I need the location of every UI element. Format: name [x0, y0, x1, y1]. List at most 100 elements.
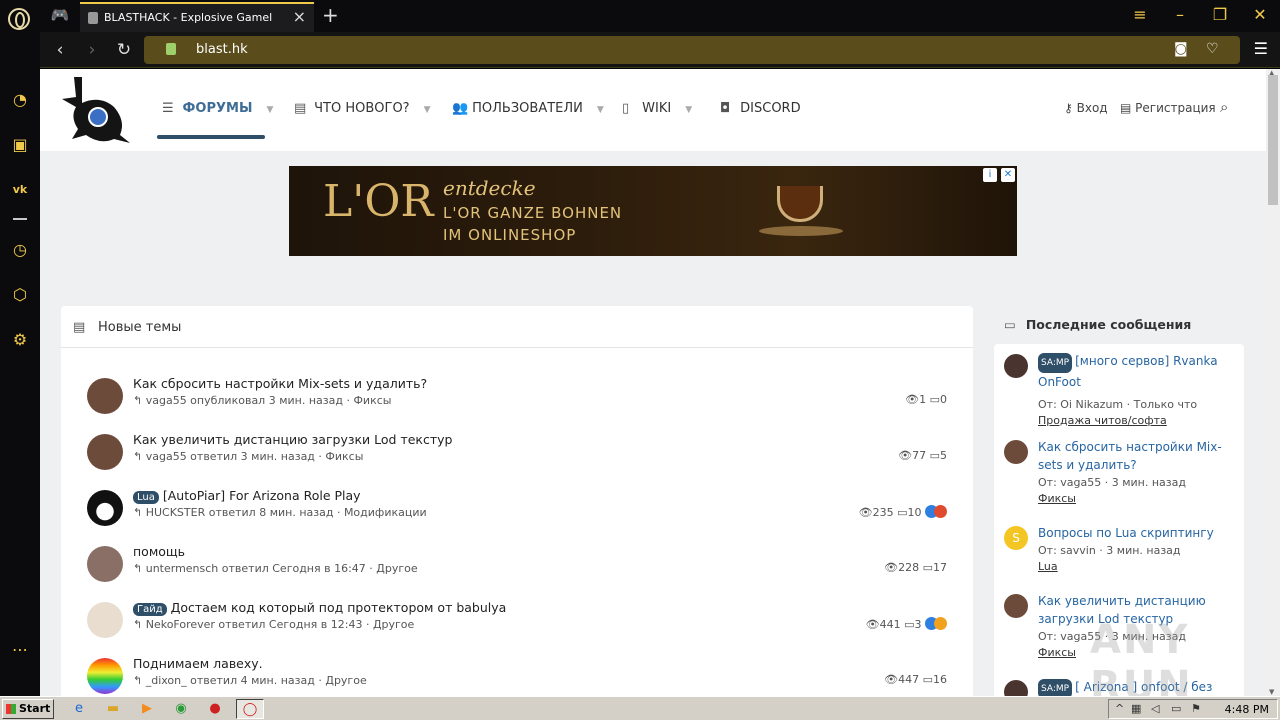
ad-banner[interactable]: L'OR entdecke L'OR GANZE BOHNEN IM ONLIN…: [289, 166, 1017, 256]
register-link[interactable]: ▤ Регистрация: [1120, 101, 1216, 115]
start-button[interactable]: Start: [2, 699, 54, 719]
easy-setup-icon[interactable]: ☰: [1254, 39, 1268, 58]
avatar[interactable]: S: [1004, 526, 1028, 550]
opera-sidebar: ◔ ▣ vk ◷ ⬡ ⚙ ⋯: [0, 0, 40, 696]
tab-menu-icon[interactable]: ≡: [1128, 5, 1152, 24]
chevron-down-icon[interactable]: ▼: [424, 105, 431, 115]
avatar[interactable]: [1004, 354, 1028, 378]
extensions-icon[interactable]: ⬡: [10, 285, 30, 305]
new-tab-plus-icon[interactable]: +: [322, 3, 339, 27]
close-window-icon[interactable]: ✕: [1248, 5, 1272, 24]
watermark: ANY RUN: [1090, 617, 1193, 696]
thread-title[interactable]: Поднимаем лавеху.: [133, 656, 263, 671]
prefix-badge[interactable]: Lua: [133, 491, 159, 504]
avatar[interactable]: [87, 490, 123, 526]
scroll-thumb[interactable]: [1268, 75, 1278, 205]
ad-line-3: IM ONLINESHOP: [443, 226, 577, 244]
post-title[interactable]: Как сбросить настройки Mix-sets и удалит…: [1038, 438, 1228, 474]
post-author: От: vaga55 · 3 мин. назад: [1038, 476, 1186, 489]
nav-discord[interactable]: ◘ DISCORD: [720, 101, 801, 116]
avatar[interactable]: [1004, 440, 1028, 464]
speed-dial-icon[interactable]: ◔: [10, 90, 30, 110]
thread-row[interactable]: помощь ↰ untermensch ответил Сегодня в 1…: [61, 544, 973, 600]
thread-row[interactable]: Как увеличить дистанцию загрузки Lod тек…: [61, 432, 973, 488]
thread-row[interactable]: Lua [AutoPiar] For Arizona Role Play ↰ HU…: [61, 488, 973, 544]
avatar[interactable]: [87, 658, 123, 694]
thread-title[interactable]: помощь: [133, 544, 185, 559]
chevron-down-icon[interactable]: ▼: [685, 105, 692, 115]
opera-icon[interactable]: ●: [204, 699, 226, 719]
folder-icon[interactable]: ▬: [102, 699, 124, 719]
prefix-badge[interactable]: SA:MP: [1038, 353, 1073, 373]
browser-tab[interactable]: BLASTHACK - Explosive Gamel ×: [80, 2, 314, 32]
search-icon[interactable]: ⌕: [1220, 98, 1228, 116]
scroll-down-icon[interactable]: ▼: [1269, 688, 1274, 696]
thread-row[interactable]: Как сбросить настройки Mix-sets и удалит…: [61, 376, 973, 432]
network-icon[interactable]: ▦: [1131, 702, 1141, 715]
volume-icon[interactable]: ◁: [1151, 702, 1159, 715]
chrome-icon[interactable]: ◉: [170, 699, 192, 719]
thread-title[interactable]: Как сбросить настройки Mix-sets и удалит…: [133, 376, 427, 391]
new-threads-header: ▤ Новые темы: [61, 306, 973, 348]
thread-row[interactable]: Поднимаем лавеху. ↰ _dixon_ ответил 4 ми…: [61, 656, 973, 696]
tab-close-icon[interactable]: ×: [293, 7, 306, 26]
thread-title[interactable]: Гайд Достаем код который под протектором …: [133, 600, 506, 616]
post-category-link[interactable]: Фиксы: [1038, 646, 1076, 659]
ie-icon[interactable]: e: [68, 699, 90, 719]
prefix-badge[interactable]: SA:MP: [1038, 679, 1073, 696]
avatar[interactable]: [87, 546, 123, 582]
tray-expand-icon[interactable]: ^: [1115, 702, 1124, 715]
back-icon[interactable]: ‹: [50, 40, 70, 60]
minimize-icon[interactable]: –: [1168, 5, 1192, 24]
history-icon[interactable]: ◷: [10, 240, 30, 260]
ad-info-icon[interactable]: i: [983, 168, 997, 182]
nav-whats-new[interactable]: ▤ ЧТО НОВОГО? ▼: [294, 101, 431, 116]
nav-forums[interactable]: ☰ ФОРУМЫ ▼: [162, 101, 273, 116]
address-bar: ‹ › ↻ blast.hk ◙ ♡ ☰: [40, 32, 1280, 68]
post-title[interactable]: SA:MP [много сервов] Rvanka OnFoot: [1038, 352, 1228, 391]
nav-wiki[interactable]: ▯ WIKI ▼: [622, 101, 692, 116]
chevron-down-icon[interactable]: ▼: [597, 105, 604, 115]
media-player-icon[interactable]: ▶: [136, 699, 158, 719]
ad-close-icon[interactable]: ✕: [1001, 168, 1015, 182]
avatar[interactable]: [1004, 594, 1028, 618]
reply-arrow-icon: ↰: [133, 450, 146, 463]
reply-arrow-icon: ↰: [133, 506, 146, 519]
url-field[interactable]: blast.hk ◙ ♡: [144, 36, 1240, 64]
thread-meta: ↰ NekoForever ответил Сегодня в 12:43 · …: [133, 618, 415, 631]
forward-icon[interactable]: ›: [82, 40, 102, 60]
avatar[interactable]: [87, 378, 123, 414]
display-icon[interactable]: ▭: [1171, 702, 1181, 715]
thread-row[interactable]: Гайд Достаем код который под протектором …: [61, 600, 973, 656]
settings-gear-icon[interactable]: ⚙: [10, 330, 30, 350]
avatar[interactable]: [1004, 680, 1028, 696]
maximize-icon[interactable]: ❐: [1208, 5, 1232, 24]
login-link[interactable]: ⚷ Вход: [1064, 101, 1108, 115]
post-category-link[interactable]: Продажа читов/софта: [1038, 414, 1167, 427]
post-title[interactable]: Вопросы по Lua скриптингу: [1038, 524, 1228, 542]
gamepad-icon[interactable]: 🎮: [48, 6, 72, 26]
thread-title[interactable]: Lua [AutoPiar] For Arizona Role Play: [133, 488, 361, 504]
twitch-icon[interactable]: ▣: [10, 135, 30, 155]
vk-icon[interactable]: vk: [10, 180, 30, 200]
reload-icon[interactable]: ↻: [114, 40, 134, 60]
flag-icon[interactable]: ⚑: [1191, 702, 1201, 715]
opera-gx-active-icon[interactable]: ◯: [236, 699, 264, 719]
avatar[interactable]: [87, 602, 123, 638]
new-threads-title: Новые темы: [98, 320, 182, 335]
bookmark-heart-icon[interactable]: ♡: [1206, 41, 1219, 57]
thread-meta: ↰ _dixon_ ответил 4 мин. назад · Другое: [133, 674, 367, 687]
avatar[interactable]: [87, 434, 123, 470]
prefix-badge[interactable]: Гайд: [133, 603, 167, 616]
post-category-link[interactable]: Lua: [1038, 560, 1058, 573]
opera-logo-icon[interactable]: [8, 8, 30, 30]
chevron-down-icon[interactable]: ▼: [266, 105, 273, 115]
blasthack-logo-icon[interactable]: [60, 73, 132, 145]
new-threads-card: ▤ Новые темы Как сбросить настройки Mix-…: [61, 306, 973, 696]
page-scrollbar[interactable]: ▲ ▼: [1266, 69, 1280, 696]
snapshot-camera-icon[interactable]: ◙: [1174, 41, 1188, 57]
more-dots-icon[interactable]: ⋯: [10, 640, 30, 660]
nav-users[interactable]: 👥 ПОЛЬЗОВАТЕЛИ ▼: [452, 101, 604, 116]
post-category-link[interactable]: Фиксы: [1038, 492, 1076, 505]
thread-title[interactable]: Как увеличить дистанцию загрузки Lod тек…: [133, 432, 452, 447]
